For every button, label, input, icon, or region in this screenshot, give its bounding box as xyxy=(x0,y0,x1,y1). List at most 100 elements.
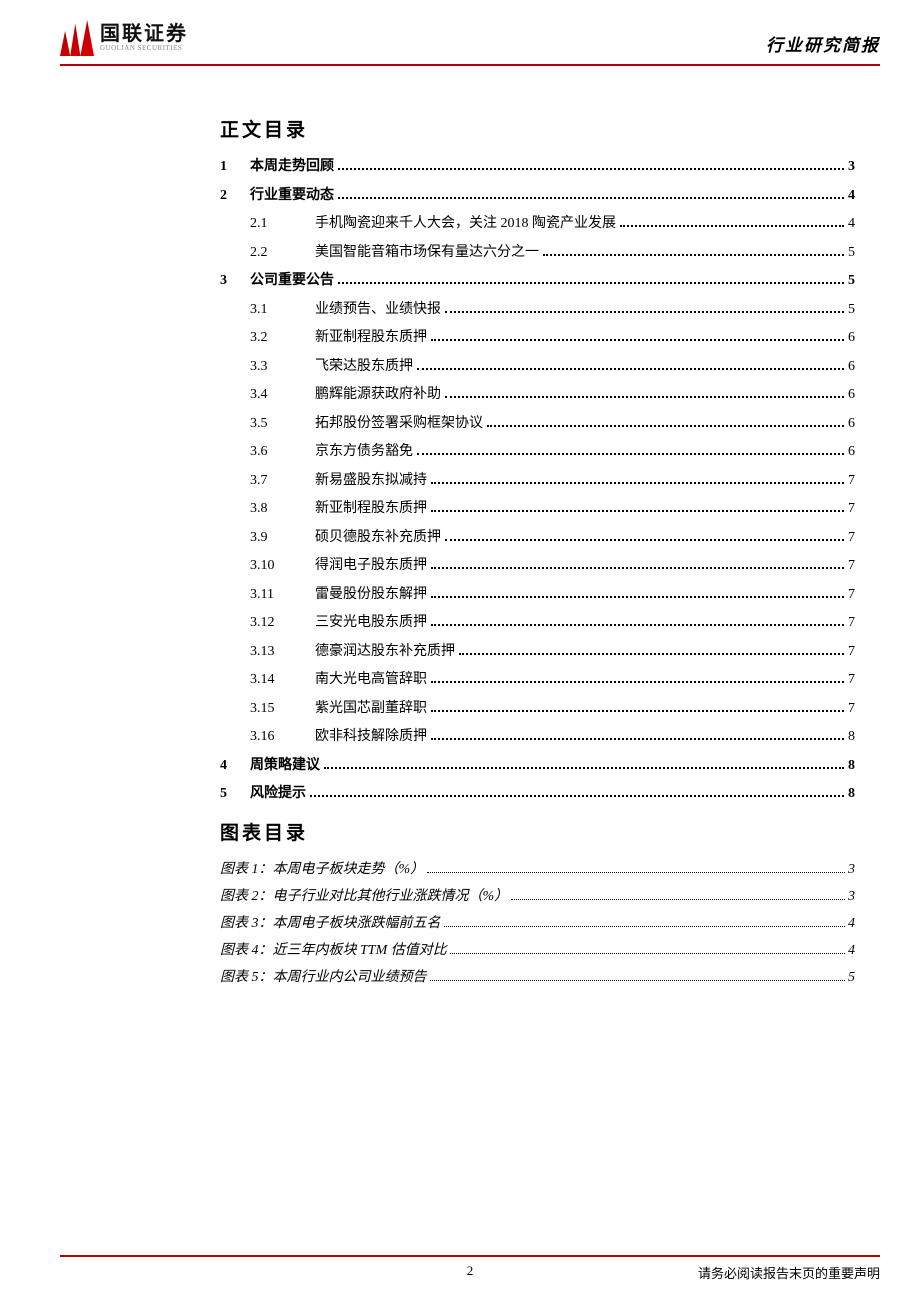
figure-entry-page: 4 xyxy=(848,940,855,961)
toc-entry-title: 京东方债务豁免 xyxy=(315,441,413,462)
toc-leader-dots xyxy=(431,710,844,712)
toc-leader-dots xyxy=(417,368,844,370)
page-footer: 2 请务必阅读报告末页的重要声明 xyxy=(60,1263,880,1282)
toc-entry-title: 硕贝德股东补充质押 xyxy=(315,527,441,548)
toc-list: 1本周走势回顾 3 2行业重要动态4 2.1手机陶瓷迎来千人大会，关注 2018 陶瓷… xyxy=(220,156,855,804)
toc-entry-page: 8 xyxy=(848,755,855,776)
toc-entry-page: 3 xyxy=(848,156,855,177)
figures-list: 图表 1：本周电子板块走势（%）3图表 2：电子行业对比其他行业涨跌情况（%）3… xyxy=(220,859,855,988)
toc-leader-dots xyxy=(459,653,844,655)
toc-leader-dots xyxy=(431,482,844,484)
toc-entry-page: 5 xyxy=(848,242,855,263)
toc-entry-page: 5 xyxy=(848,299,855,320)
toc-entry-number: 3.2 xyxy=(250,327,315,348)
toc-leader-dots xyxy=(338,168,844,170)
toc-entry-title: 新易盛股东拟减持 xyxy=(315,470,427,491)
toc-entry-title: 飞荣达股东质押 xyxy=(315,356,413,377)
toc-entry-page: 7 xyxy=(848,498,855,519)
toc-entry-number: 3.15 xyxy=(250,698,315,719)
toc-entry-number: 2.1 xyxy=(250,213,315,234)
toc-entry: 3.9硕贝德股东补充质押7 xyxy=(220,527,855,548)
toc-entry: 3.16欧非科技解除质押8 xyxy=(220,726,855,747)
toc-entry-page: 4 xyxy=(848,213,855,234)
figure-leader-dots xyxy=(427,872,845,873)
toc-entry-number: 1 xyxy=(220,156,250,177)
toc-leader-dots xyxy=(431,596,844,598)
figure-entry-label: 图表 5：本周行业内公司业绩预告 xyxy=(220,967,427,988)
toc-entry-title: 公司重要公告 xyxy=(250,270,334,291)
toc-entry-page: 8 xyxy=(848,726,855,747)
toc-leader-dots xyxy=(431,738,844,740)
toc-entry-title: 南大光电高管辞职 xyxy=(315,669,427,690)
toc-entry-title: 新亚制程股东质押 xyxy=(315,327,427,348)
toc-leader-dots xyxy=(620,225,844,227)
logo-text: 国联证券 GUOLIAN SECURITIES xyxy=(100,23,188,53)
toc-entry-title: 手机陶瓷迎来千人大会，关注 2018 陶瓷产业发展 xyxy=(315,213,616,234)
toc-entry-number: 3.12 xyxy=(250,612,315,633)
toc-entry-number: 3.4 xyxy=(250,384,315,405)
figures-heading: 图表目录 xyxy=(220,818,855,845)
toc-entry-page: 6 xyxy=(848,413,855,434)
toc-entry-title: 三安光电股东质押 xyxy=(315,612,427,633)
toc-entry: 5风险提示 8 xyxy=(220,783,855,804)
toc-entry: 2.1手机陶瓷迎来千人大会，关注 2018 陶瓷产业发展 4 xyxy=(220,213,855,234)
toc-entry: 2行业重要动态4 xyxy=(220,185,855,206)
figure-entry: 图表 4：近三年内板块 TTM 估值对比4 xyxy=(220,940,855,961)
toc-entry: 3.10得润电子股东质押7 xyxy=(220,555,855,576)
toc-entry-title: 本周走势回顾 xyxy=(250,156,334,177)
toc-entry-page: 6 xyxy=(848,441,855,462)
toc-entry-number: 4 xyxy=(220,755,250,776)
figure-entry: 图表 2：电子行业对比其他行业涨跌情况（%）3 xyxy=(220,886,855,907)
logo-en-text: GUOLIAN SECURITIES xyxy=(100,45,188,53)
toc-entry-number: 3.10 xyxy=(250,555,315,576)
toc-leader-dots xyxy=(445,311,844,313)
toc-entry-page: 7 xyxy=(848,698,855,719)
toc-leader-dots xyxy=(431,681,844,683)
toc-entry-number: 3.11 xyxy=(250,584,315,605)
figure-leader-dots xyxy=(444,926,846,927)
toc-entry-page: 6 xyxy=(848,384,855,405)
toc-entry: 3.11雷曼股份股东解押7 xyxy=(220,584,855,605)
toc-leader-dots xyxy=(310,795,844,797)
toc-entry: 3.14南大光电高管辞职7 xyxy=(220,669,855,690)
figure-entry-page: 3 xyxy=(848,886,855,907)
footer-divider xyxy=(60,1255,880,1257)
toc-entry-number: 3.16 xyxy=(250,726,315,747)
toc-entry-page: 7 xyxy=(848,470,855,491)
toc-entry-title: 美国智能音箱市场保有量达六分之一 xyxy=(315,242,539,263)
toc-entry-number: 2.2 xyxy=(250,242,315,263)
toc-entry-title: 拓邦股份签署采购框架协议 xyxy=(315,413,483,434)
toc-leader-dots xyxy=(445,396,844,398)
toc-entry: 3.8新亚制程股东质押7 xyxy=(220,498,855,519)
toc-leader-dots xyxy=(445,539,844,541)
toc-entry-title: 雷曼股份股东解押 xyxy=(315,584,427,605)
toc-entry-page: 7 xyxy=(848,527,855,548)
toc-entry-title: 德豪润达股东补充质押 xyxy=(315,641,455,662)
figure-entry: 图表 5：本周行业内公司业绩预告5 xyxy=(220,967,855,988)
figure-leader-dots xyxy=(450,953,845,954)
figure-entry-page: 3 xyxy=(848,859,855,880)
toc-entry-page: 8 xyxy=(848,783,855,804)
logo-block: 国联证券 GUOLIAN SECURITIES xyxy=(60,20,188,56)
toc-entry: 3.7新易盛股东拟减持7 xyxy=(220,470,855,491)
toc-entry-title: 紫光国芯副董辞职 xyxy=(315,698,427,719)
company-logo-icon xyxy=(60,20,94,56)
toc-leader-dots xyxy=(431,510,844,512)
toc-leader-dots xyxy=(487,425,844,427)
page-number: 2 xyxy=(467,1263,474,1279)
toc-entry-page: 7 xyxy=(848,669,855,690)
toc-leader-dots xyxy=(431,339,844,341)
figure-entry-label: 图表 1：本周电子板块走势（%） xyxy=(220,859,424,880)
figure-leader-dots xyxy=(430,980,846,981)
toc-entry-title: 新亚制程股东质押 xyxy=(315,498,427,519)
toc-entry-number: 3 xyxy=(220,270,250,291)
toc-entry-title: 风险提示 xyxy=(250,783,306,804)
toc-entry-page: 5 xyxy=(848,270,855,291)
figure-entry: 图表 3：本周电子板块涨跌幅前五名4 xyxy=(220,913,855,934)
toc-leader-dots xyxy=(431,624,844,626)
toc-entry-number: 5 xyxy=(220,783,250,804)
toc-entry-number: 3.3 xyxy=(250,356,315,377)
toc-leader-dots xyxy=(543,254,844,256)
toc-heading: 正文目录 xyxy=(220,115,855,142)
toc-entry: 3.4鹏辉能源获政府补助6 xyxy=(220,384,855,405)
